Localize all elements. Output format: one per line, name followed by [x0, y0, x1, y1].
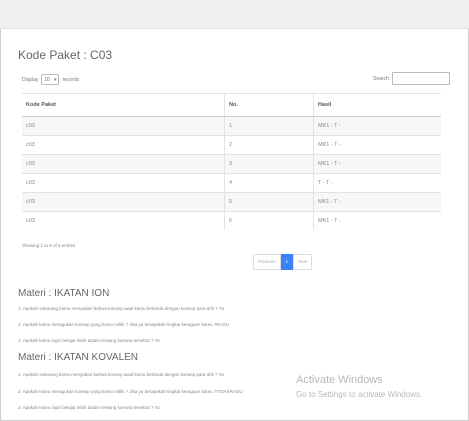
question-item: 1. Apakah sebarang kamu menyadari bahwa … [18, 306, 224, 311]
cell-kode-paket: c03 [22, 154, 225, 174]
column-header-hasil[interactable]: Hasil [313, 93, 441, 117]
question-item: 2. Apakah kamu meragukan konsep yang kam… [18, 389, 243, 394]
next-page-button[interactable]: Next [293, 254, 313, 270]
activate-windows-title: Activate Windows [296, 374, 383, 386]
table-row: c03 2 MK1 - T - [22, 135, 441, 155]
table-header-row: Kode Paket No. Hasil [22, 93, 441, 117]
records-label: records [62, 76, 80, 83]
cell-no: 3 [224, 154, 314, 174]
cell-kode-paket: c03 [22, 116, 225, 136]
materi-heading-ikatan-ion: Materi : IKATAN ION [18, 288, 110, 299]
column-header-no[interactable]: No. [224, 93, 314, 117]
activate-windows-subtitle: Go to Settings to activate Windows. [296, 390, 423, 399]
question-item: 3. Apakah kamu ingin belajar lebih dalam… [18, 338, 160, 343]
cell-hasil: MK1 - T - [313, 116, 441, 136]
cell-hasil: T - T - [313, 173, 441, 193]
search-label: Search: [373, 75, 391, 82]
page-1-button[interactable]: 1 [280, 254, 294, 270]
table-row: c03 4 T - T - [22, 173, 441, 193]
entries-value: 10 [44, 76, 50, 83]
table-row: c03 6 MK1 - T - [22, 211, 441, 230]
pagination: Previous 1 Next [253, 254, 313, 270]
cell-kode-paket: c03 [22, 135, 225, 155]
cell-hasil: MK1 - T - [313, 192, 441, 212]
top-bar [0, 0, 469, 29]
cell-no: 1 [224, 116, 314, 136]
question-item: 2. Apakah kamu meragukan konsep yang kam… [18, 322, 230, 327]
previous-page-button[interactable]: Previous [253, 254, 281, 270]
results-table: Kode Paket No. Hasil c03 1 MK1 - T - c03… [22, 93, 441, 230]
cell-kode-paket: c03 [22, 173, 225, 193]
cell-no: 4 [224, 173, 314, 193]
cell-no: 2 [224, 135, 314, 155]
cell-kode-paket: c03 [22, 211, 225, 230]
cell-kode-paket: c03 [22, 192, 225, 212]
entries-select[interactable]: 10 ▾ [41, 74, 60, 85]
cell-no: 5 [224, 192, 314, 212]
question-item: 3. Apakah kamu ingin belajar lebih dalam… [18, 405, 160, 410]
search-control: Search: [373, 72, 451, 85]
display-label: Display [22, 76, 39, 83]
entries-info: Showing 1 to 6 of 6 entries [22, 243, 76, 248]
chevron-down-icon: ▾ [53, 76, 57, 83]
question-item: 1. Apakah sekarang kamu menyadari bahwa … [18, 372, 224, 377]
table-row: c03 1 MK1 - T - [22, 116, 441, 136]
cell-hasil: MK1 - T - [313, 211, 441, 230]
table-row: c03 5 MK1 - T - [22, 192, 441, 212]
materi-heading-ikatan-kovalen: Materi : IKATAN KOVALEN [18, 352, 139, 363]
column-header-kode-paket[interactable]: Kode Paket [22, 93, 225, 117]
entries-length-control: Display 10 ▾ records [22, 74, 79, 85]
cell-no: 6 [224, 211, 314, 230]
table-row: c03 3 MK1 - T - [22, 154, 441, 174]
cell-hasil: MK1 - T - [313, 154, 441, 174]
page-title: Kode Paket : C03 [18, 48, 113, 62]
search-input[interactable] [392, 72, 451, 85]
cell-hasil: MK1 - T - [313, 135, 441, 155]
